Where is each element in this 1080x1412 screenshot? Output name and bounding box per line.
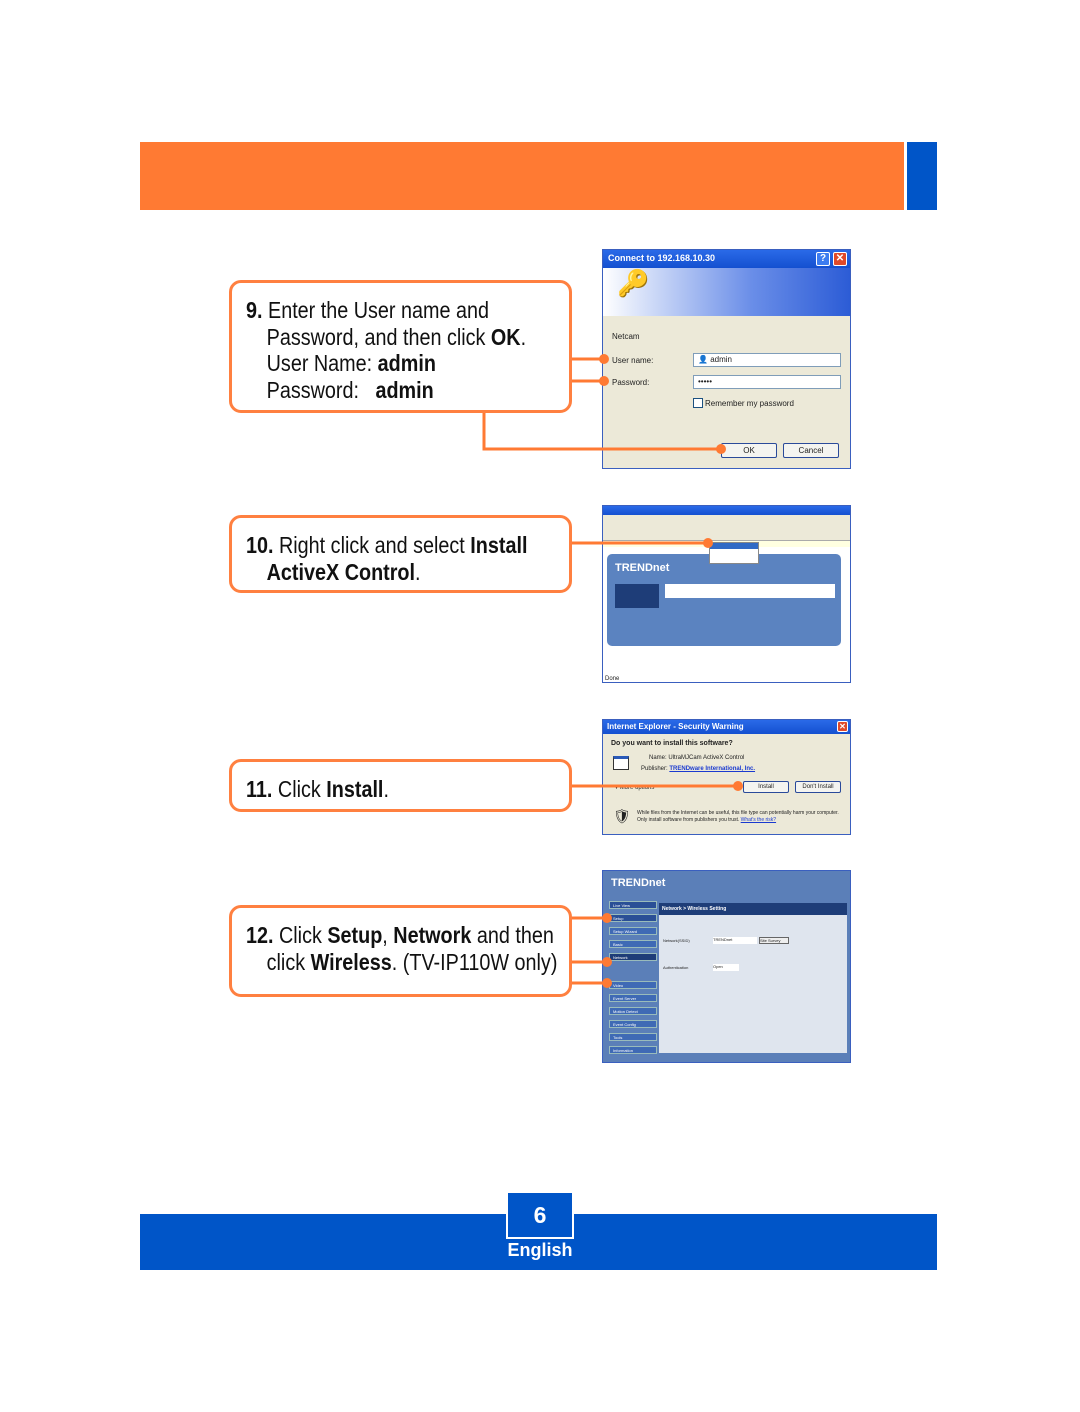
callout-dot <box>599 354 609 364</box>
callout-dot <box>716 444 726 454</box>
page-number: 6 <box>506 1191 574 1239</box>
callout-dot <box>602 978 612 988</box>
callout-dot <box>733 781 743 791</box>
callout-dot <box>602 913 612 923</box>
callout-dot <box>602 957 612 967</box>
callout-dot <box>599 376 609 386</box>
callout-dot <box>703 538 713 548</box>
language-label: English <box>507 1240 573 1260</box>
